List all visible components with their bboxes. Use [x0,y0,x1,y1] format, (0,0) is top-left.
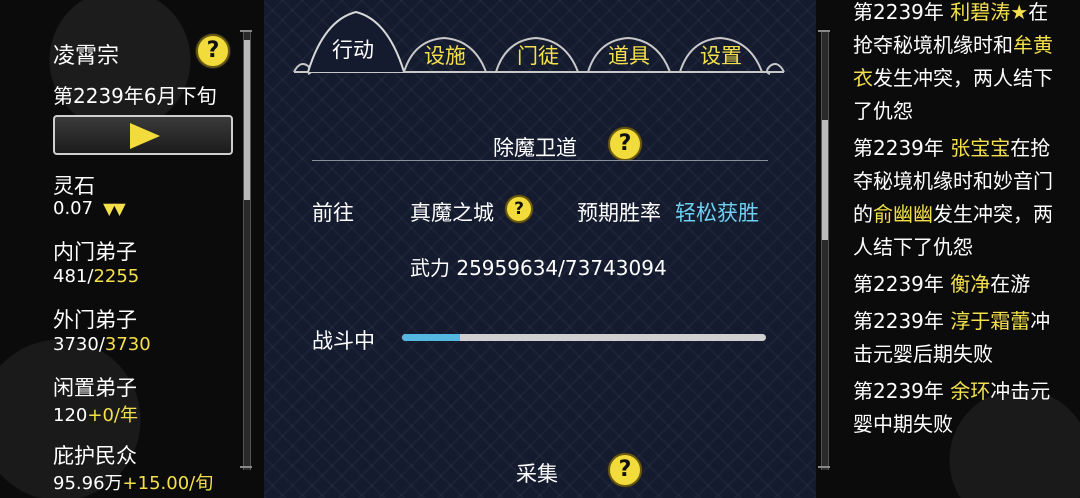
main-panel: 行动 设施 门徒 道具 设置 除魔卫道 ? 前往 真魔之城 ? 预期胜率 轻松获… [264,0,816,498]
scrollbar-cap [818,466,830,468]
log-scrollbar[interactable] [821,30,829,470]
log-text: 第2239年 [853,379,951,403]
help-icon[interactable]: ? [505,195,533,223]
scrollbar-cap [240,30,252,32]
advance-time-button[interactable] [53,115,233,155]
idle-disciples-value: 120+0/年 [53,401,138,427]
disciple-name[interactable]: 余环 [950,379,990,403]
battle-status-label: 战斗中 [312,329,375,353]
battle-progress-bar [402,334,766,341]
tab-items[interactable]: 道具 [608,40,650,70]
log-text: 在游 [990,272,1031,296]
goto-label: 前往 [312,201,354,225]
idle-disciples-current: 120 [53,405,88,426]
sect-name: 凌霄宗 [53,44,120,69]
disciple-name[interactable]: 利碧涛★ [950,0,1028,24]
decrease-arrows-icon: ▼▼ [103,199,126,218]
game-date: 第2239年6月下旬 [53,84,217,108]
help-icon[interactable]: ? [608,127,642,161]
inner-disciples-max: 2255 [93,266,140,287]
outer-disciples-label: 外门弟子 [53,308,137,332]
inner-disciples-label: 内门弟子 [53,240,137,264]
power-value: 25959634/73743094 [456,256,667,280]
help-icon[interactable]: ? [196,34,230,68]
sidebar-scrollbar[interactable] [243,30,251,470]
mission-title: 除魔卫道 [493,136,577,160]
idle-disciples-rate: +0/年 [87,405,138,426]
scrollbar-thumb[interactable] [822,120,828,240]
scrollbar-thumb[interactable] [244,40,250,200]
gather-title: 采集 [516,462,558,486]
log-text: 第2239年 [853,272,951,296]
disciple-name[interactable]: 张宝宝 [950,136,1010,160]
inner-disciples-value: 481/2255 [53,266,139,287]
destination-name[interactable]: 真魔之城 [410,197,494,227]
battle-progress-fill [402,334,461,341]
power-row: 武力 25959634/73743094 [410,252,667,281]
log-entry: 第2239年 余环冲击元婴中期失败 [853,375,1063,441]
win-rate-label: 预期胜率 [577,201,661,225]
tab-bar: 行动 设施 门徒 道具 设置 [264,0,816,80]
disciple-name[interactable]: 淳于霜蕾 [950,309,1030,333]
log-text: 第2239年 [853,136,951,160]
game-screen: 凌霄宗 ? 第2239年6月下旬 灵石 0.07 ▼▼ 内门弟子 481/2255… [0,0,1080,498]
tab-disciples[interactable]: 门徒 [517,40,559,70]
disciple-name[interactable]: 衡净 [950,272,990,296]
scrollbar-cap [240,466,252,468]
protected-people-current: 95.96万 [53,473,123,494]
spirit-stone-label: 灵石 [53,174,95,198]
spirit-stone-value: 0.07 ▼▼ [53,198,126,219]
win-rate-value: 轻松获胜 [675,201,759,225]
log-text: 第2239年 [853,309,951,333]
outer-disciples-value: 3730/3730 [53,334,151,355]
log-entry: 第2239年 衡净在游 [853,268,1063,301]
outer-disciples-current: 3730 [53,334,99,355]
tab-settings[interactable]: 设置 [700,40,742,70]
inner-disciples-current: 481 [53,266,88,287]
protected-people-rate: +15.00/旬 [122,473,214,494]
log-text: 发生冲突，两人结下了仇怨 [853,66,1053,123]
play-icon [130,123,160,149]
log-entry: 第2239年 张宝宝在抢夺秘境机缘时和妙音门的俞幽幽发生冲突，两人结下了仇怨 [853,132,1063,264]
tab-facilities[interactable]: 设施 [424,40,466,70]
tab-action[interactable]: 行动 [332,34,374,64]
spirit-stone-amount: 0.07 [53,198,94,219]
idle-disciples-label: 闲置弟子 [53,376,137,400]
power-label: 武力 [410,256,450,280]
outer-disciples-max: 3730 [104,334,151,355]
help-icon[interactable]: ? [608,453,642,487]
protected-people-label: 庇护民众 [53,444,137,468]
sect-status-panel: 凌霄宗 ? 第2239年6月下旬 灵石 0.07 ▼▼ 内门弟子 481/2255… [0,0,260,498]
disciple-name[interactable]: 俞幽幽 [873,202,933,226]
divider [312,160,768,161]
scrollbar-cap [818,30,830,32]
event-log: 第2239年 利碧涛★在抢夺秘境机缘时和牟黄衣发生冲突，两人结下了仇怨 第2239… [853,0,1063,445]
log-text: 第2239年 [853,0,951,24]
log-entry: 第2239年 利碧涛★在抢夺秘境机缘时和牟黄衣发生冲突，两人结下了仇怨 [853,0,1063,128]
log-entry: 第2239年 淳于霜蕾冲击元婴后期失败 [853,305,1063,371]
protected-people-value: 95.96万+15.00/旬 [53,469,213,495]
